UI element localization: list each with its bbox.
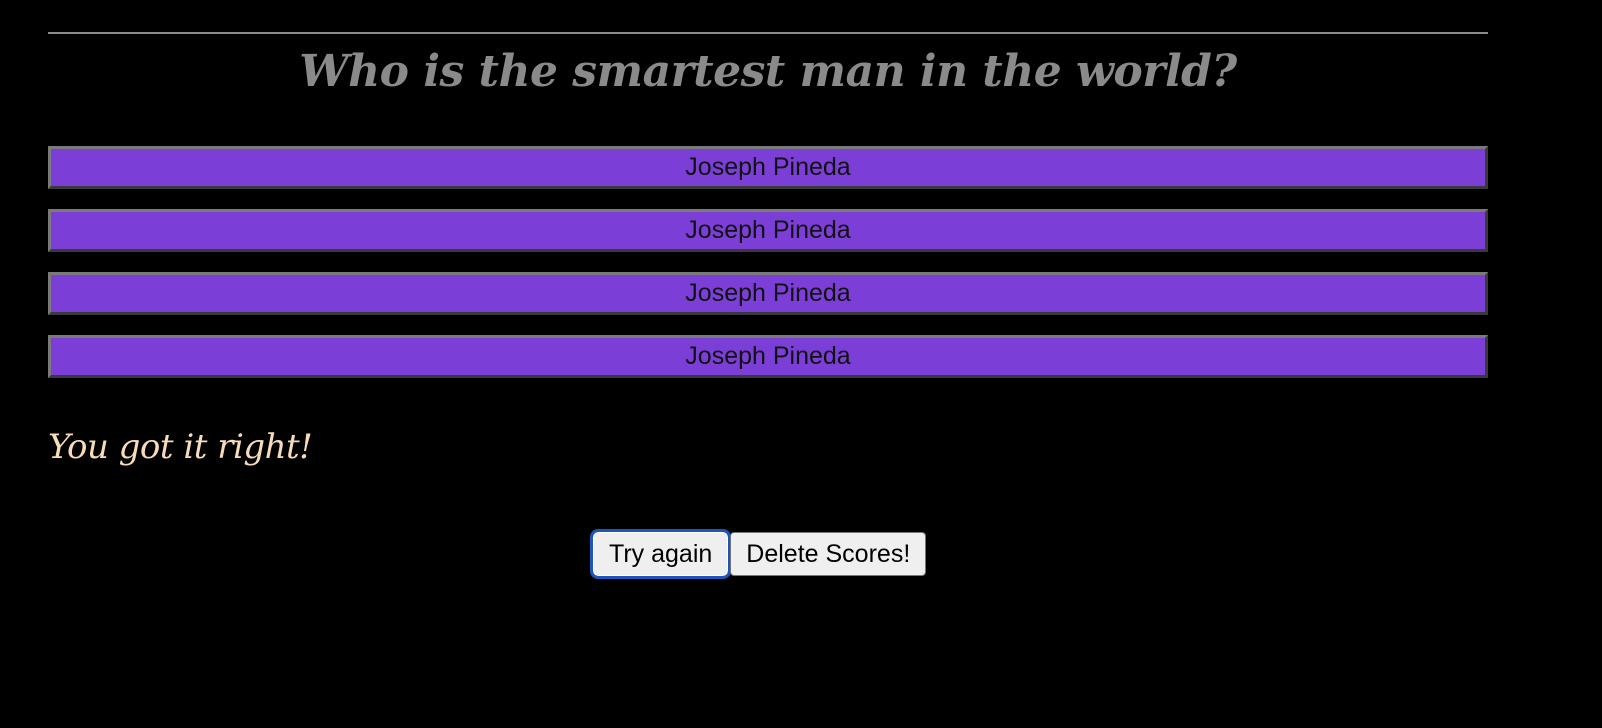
question-heading: Who is the smartest man in the world? [299, 46, 1237, 97]
answer-button-2[interactable]: Joseph Pineda [48, 209, 1488, 252]
answer-list: Joseph Pineda Joseph Pineda Joseph Pined… [48, 146, 1488, 398]
result-message: You got it right! [48, 427, 313, 467]
top-divider [48, 32, 1488, 34]
answer-button-1[interactable]: Joseph Pineda [48, 146, 1488, 189]
answer-button-4[interactable]: Joseph Pineda [48, 335, 1488, 378]
delete-scores-button[interactable]: Delete Scores! [730, 532, 927, 576]
quiz-page: Who is the smartest man in the world? Jo… [0, 0, 1602, 728]
quiz-controls: Try again Delete Scores! [589, 529, 927, 579]
answer-button-3[interactable]: Joseph Pineda [48, 272, 1488, 315]
try-again-button[interactable]: Try again [589, 529, 732, 579]
